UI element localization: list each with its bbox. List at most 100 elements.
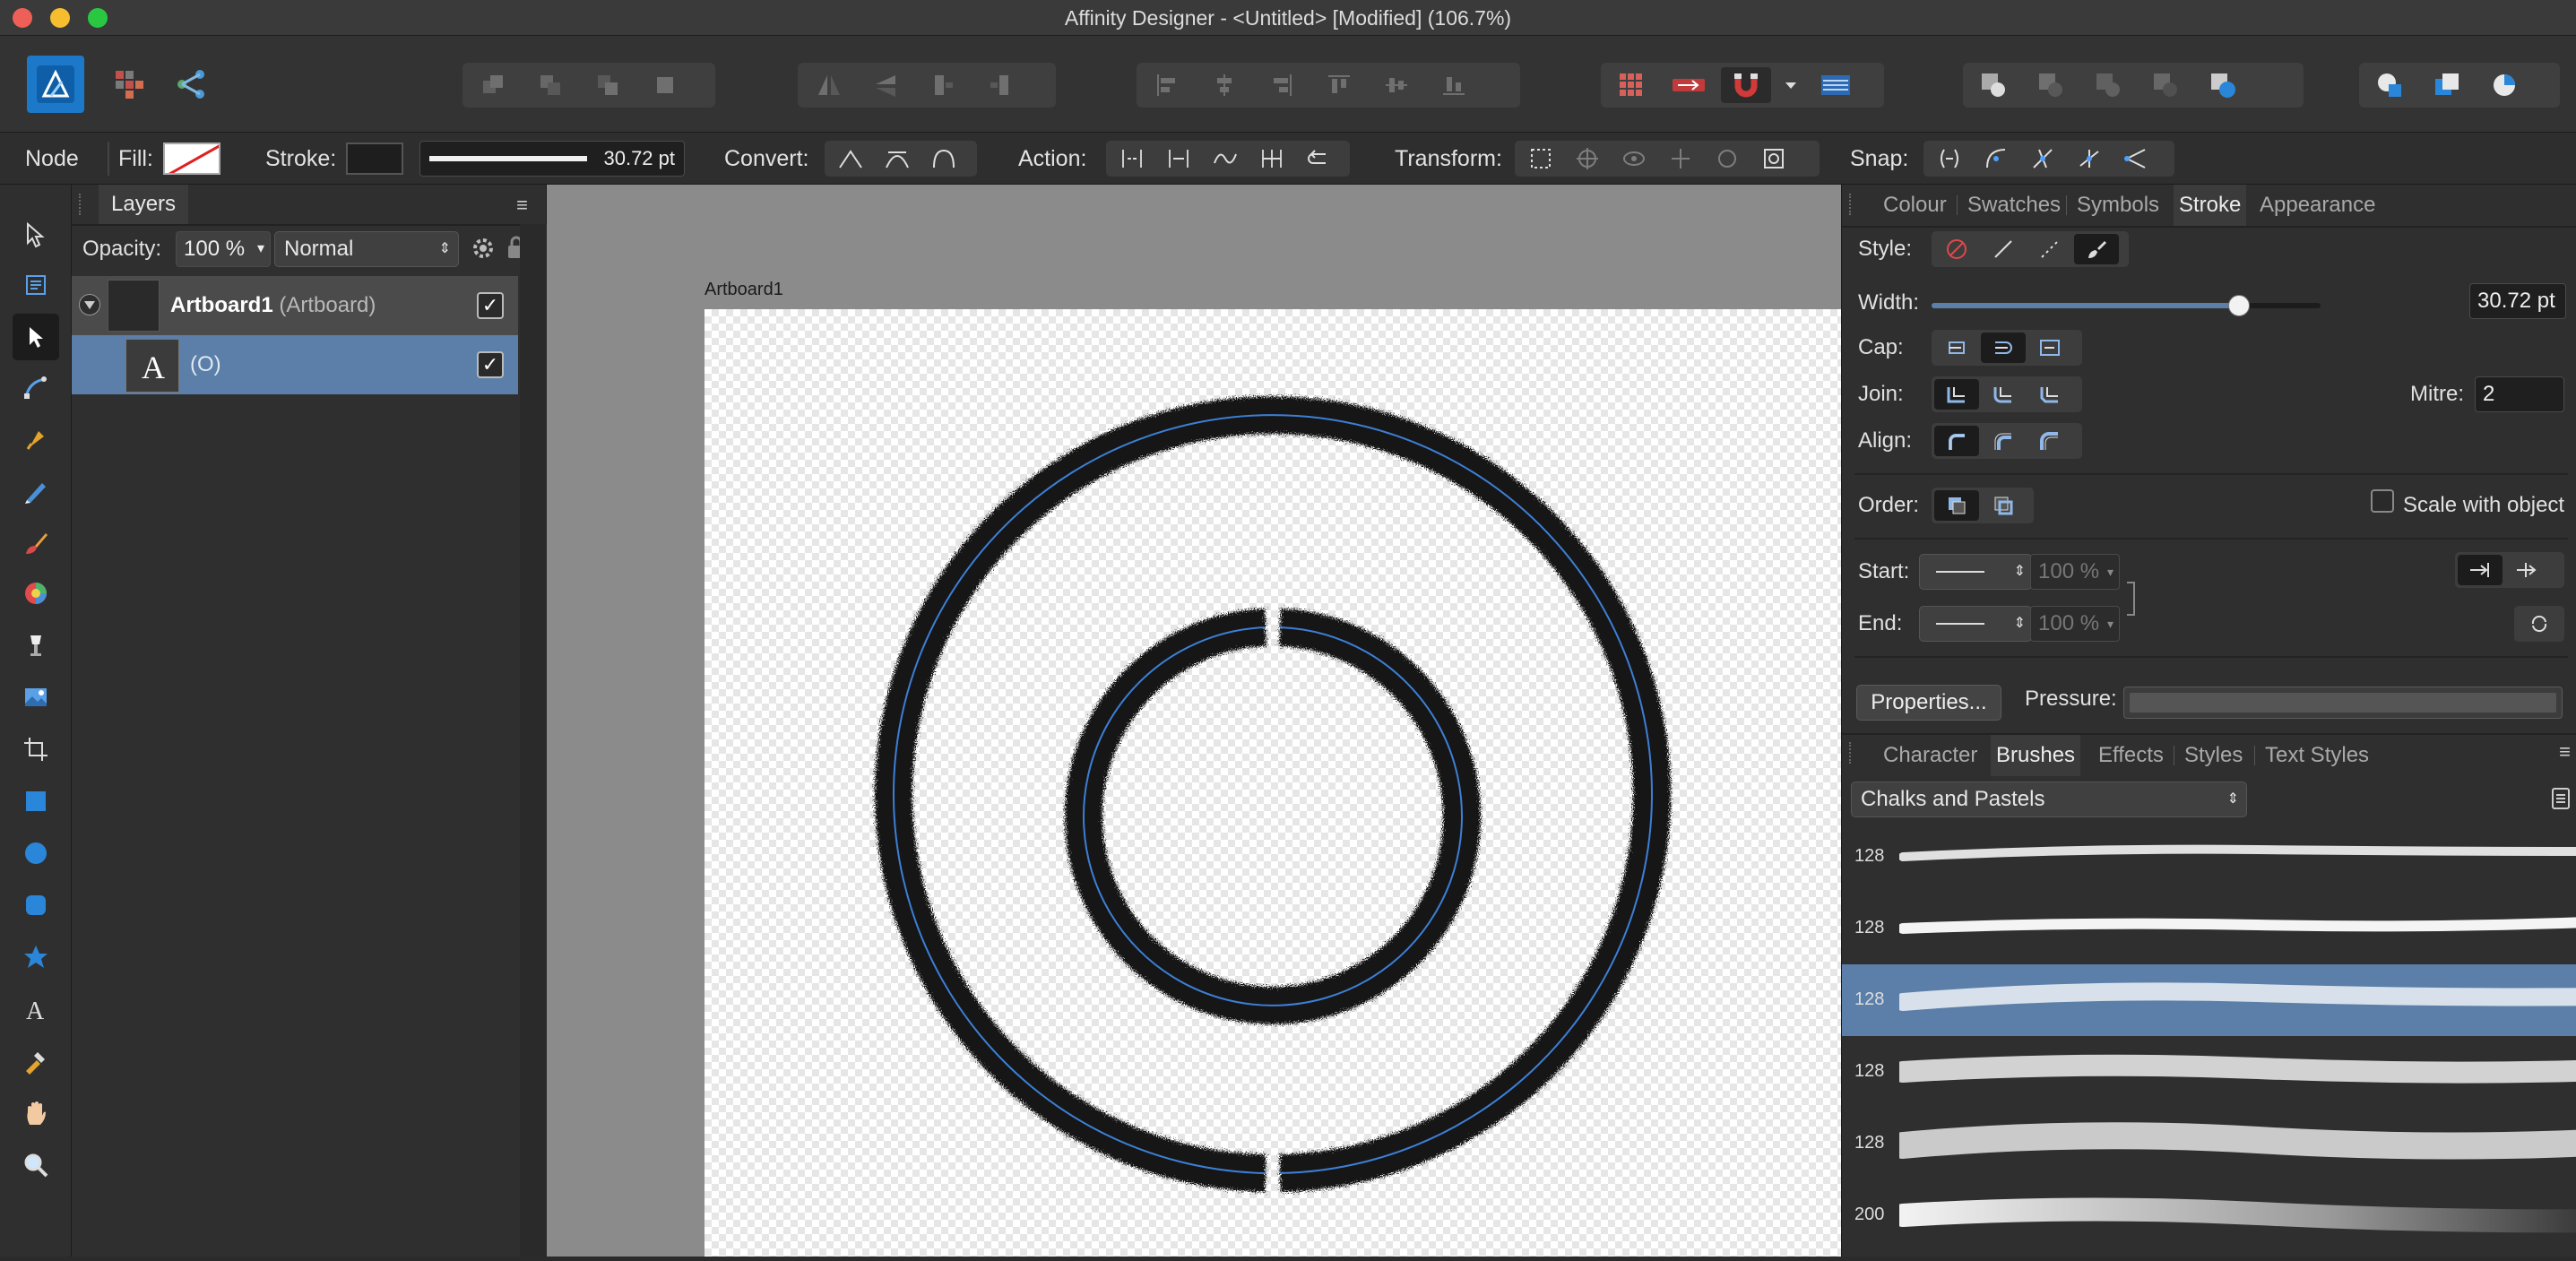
crop-tool-icon[interactable]	[13, 726, 59, 773]
xor-boolean-icon[interactable]	[2140, 67, 2191, 103]
transparency-tool-icon[interactable]	[13, 622, 59, 669]
add-boolean-icon[interactable]	[1968, 67, 2018, 103]
rotate-left-icon[interactable]	[918, 67, 968, 103]
pressure-curve-button[interactable]	[2123, 687, 2563, 719]
texture-line-icon[interactable]	[2074, 234, 2119, 264]
panel-grip[interactable]	[1849, 742, 1853, 764]
baseline-grid-icon[interactable]	[1811, 67, 1861, 103]
tab-swatches[interactable]: Swatches	[1962, 185, 2066, 226]
zoom-tool-icon[interactable]	[13, 1142, 59, 1188]
smart-node-icon[interactable]	[921, 143, 966, 174]
brush-item[interactable]: 128	[1842, 1036, 2576, 1108]
rounded-rectangle-tool-icon[interactable]	[13, 882, 59, 928]
flip-vertical-icon[interactable]	[860, 67, 911, 103]
insert-top-icon[interactable]	[2479, 67, 2529, 103]
rectangle-tool-icon[interactable]	[13, 778, 59, 825]
artboard[interactable]	[705, 309, 1841, 1257]
move-to-back-icon[interactable]	[468, 67, 518, 103]
layer-row-text[interactable]: A (O) ✓	[72, 335, 518, 394]
ellipse-tool-icon[interactable]	[13, 830, 59, 877]
tab-character[interactable]: Character	[1878, 735, 1983, 776]
bevel-join-icon[interactable]	[2027, 379, 2072, 410]
width-slider-track[interactable]	[1932, 295, 2321, 316]
fill-tool-icon[interactable]	[13, 570, 59, 617]
tab-layers[interactable]: Layers	[99, 185, 189, 224]
panel-grip[interactable]	[1849, 194, 1853, 215]
align-top-icon[interactable]	[1314, 67, 1364, 103]
round-join-icon[interactable]	[1981, 379, 2026, 410]
transform-mode-icon[interactable]	[1518, 143, 1563, 174]
width-slider-knob[interactable]	[2227, 295, 2250, 316]
tab-styles[interactable]: Styles	[2179, 735, 2248, 776]
move-forward-one-icon[interactable]	[583, 67, 633, 103]
close-curve-icon[interactable]	[1156, 143, 1201, 174]
transform-origin-icon[interactable]	[1565, 143, 1610, 174]
stroke-front-fill-icon[interactable]	[1981, 490, 2026, 521]
pencil-tool-icon[interactable]	[13, 468, 59, 514]
align-outside-stroke-icon[interactable]	[2027, 426, 2072, 456]
place-image-tool-icon[interactable]	[13, 674, 59, 721]
tab-stroke[interactable]: Stroke	[2174, 185, 2247, 226]
start-arrowhead-dropdown[interactable]: ⇕	[1919, 554, 2032, 590]
snap-to-center-icon[interactable]	[2114, 143, 2158, 174]
snap-to-tangent-icon[interactable]	[2067, 143, 2112, 174]
grid-icon[interactable]	[1606, 67, 1656, 103]
selection-box-icon[interactable]	[1751, 143, 1796, 174]
layer-row-artboard[interactable]: Artboard1 (Artboard) ✓	[72, 276, 518, 335]
end-arrowhead-dropdown[interactable]: ⇕	[1919, 606, 2032, 642]
pen-tool-icon[interactable]	[13, 416, 59, 462]
blend-mode-dropdown[interactable]: Normal ⇕	[274, 231, 459, 267]
mitre-field[interactable]: 2	[2475, 376, 2564, 412]
tab-colour[interactable]: Colour	[1878, 185, 1952, 226]
point-transform-tool-icon[interactable]	[13, 364, 59, 410]
arrow-inside-icon[interactable]	[2458, 555, 2503, 585]
snap-to-curve-icon[interactable]	[1974, 143, 2018, 174]
solid-line-icon[interactable]	[1981, 234, 2026, 264]
align-middle-icon[interactable]	[1371, 67, 1422, 103]
intersect-boolean-icon[interactable]	[2083, 67, 2133, 103]
insert-behind-icon[interactable]	[2422, 67, 2472, 103]
align-inside-stroke-icon[interactable]	[1981, 426, 2026, 456]
color-picker-tool-icon[interactable]	[13, 1038, 59, 1084]
view-tool-icon[interactable]	[13, 1090, 59, 1136]
stroke-swatch[interactable]	[346, 143, 403, 175]
mitre-join-icon[interactable]	[1934, 379, 1979, 410]
stroke-behind-fill-icon[interactable]	[1934, 490, 1979, 521]
width-field[interactable]: 30.72 pt	[2469, 283, 2566, 319]
reverse-curve-icon[interactable]	[1296, 143, 1341, 174]
link-scale-icon[interactable]	[2125, 579, 2138, 623]
brush-item[interactable]: 200	[1842, 1179, 2576, 1251]
snap-to-node-icon[interactable]	[1927, 143, 1972, 174]
flip-horizontal-icon[interactable]	[803, 67, 853, 103]
align-bottom-icon[interactable]	[1429, 67, 1479, 103]
stroke-width-field[interactable]: 30.72 pt	[419, 141, 685, 177]
layer-visibility-checkbox[interactable]: ✓	[477, 351, 504, 378]
opacity-field[interactable]: 100 % ▾	[176, 231, 271, 267]
divide-boolean-icon[interactable]	[2198, 67, 2248, 103]
artboard-tool-icon[interactable]	[13, 262, 59, 308]
align-center-icon[interactable]	[1199, 67, 1249, 103]
panel-menu-icon[interactable]: ≡	[2559, 740, 2571, 764]
force-pixel-alignment-icon[interactable]	[1664, 67, 1714, 103]
artistic-text-tool-icon[interactable]: A	[13, 986, 59, 1032]
chevron-down-icon[interactable]	[1778, 67, 1803, 103]
panel-grip[interactable]	[79, 194, 82, 215]
brush-item[interactable]: 128	[1842, 821, 2576, 893]
snapping-magnet-icon[interactable]	[1721, 67, 1771, 103]
subtract-boolean-icon[interactable]	[2026, 67, 2076, 103]
scale-with-object-checkbox[interactable]	[2371, 489, 2394, 513]
layer-visibility-checkbox[interactable]: ✓	[477, 292, 504, 319]
round-cap-icon[interactable]	[1981, 333, 2026, 363]
swap-arrowheads-button[interactable]	[2514, 606, 2564, 642]
square-cap-icon[interactable]	[2027, 333, 2072, 363]
move-to-front-icon[interactable]	[640, 67, 690, 103]
tab-appearance[interactable]: Appearance	[2254, 185, 2381, 226]
show-hidden-icon[interactable]	[1612, 143, 1656, 174]
smooth-node-icon[interactable]	[875, 143, 920, 174]
rotate-right-icon[interactable]	[975, 67, 1025, 103]
layers-scrollbar[interactable]	[520, 224, 547, 1257]
brush-item-selected[interactable]: 128	[1842, 964, 2576, 1036]
brush-list-view-icon[interactable]	[2550, 787, 2572, 815]
snap-to-handle-icon[interactable]	[2020, 143, 2065, 174]
panel-menu-icon[interactable]: ≡	[516, 194, 528, 217]
